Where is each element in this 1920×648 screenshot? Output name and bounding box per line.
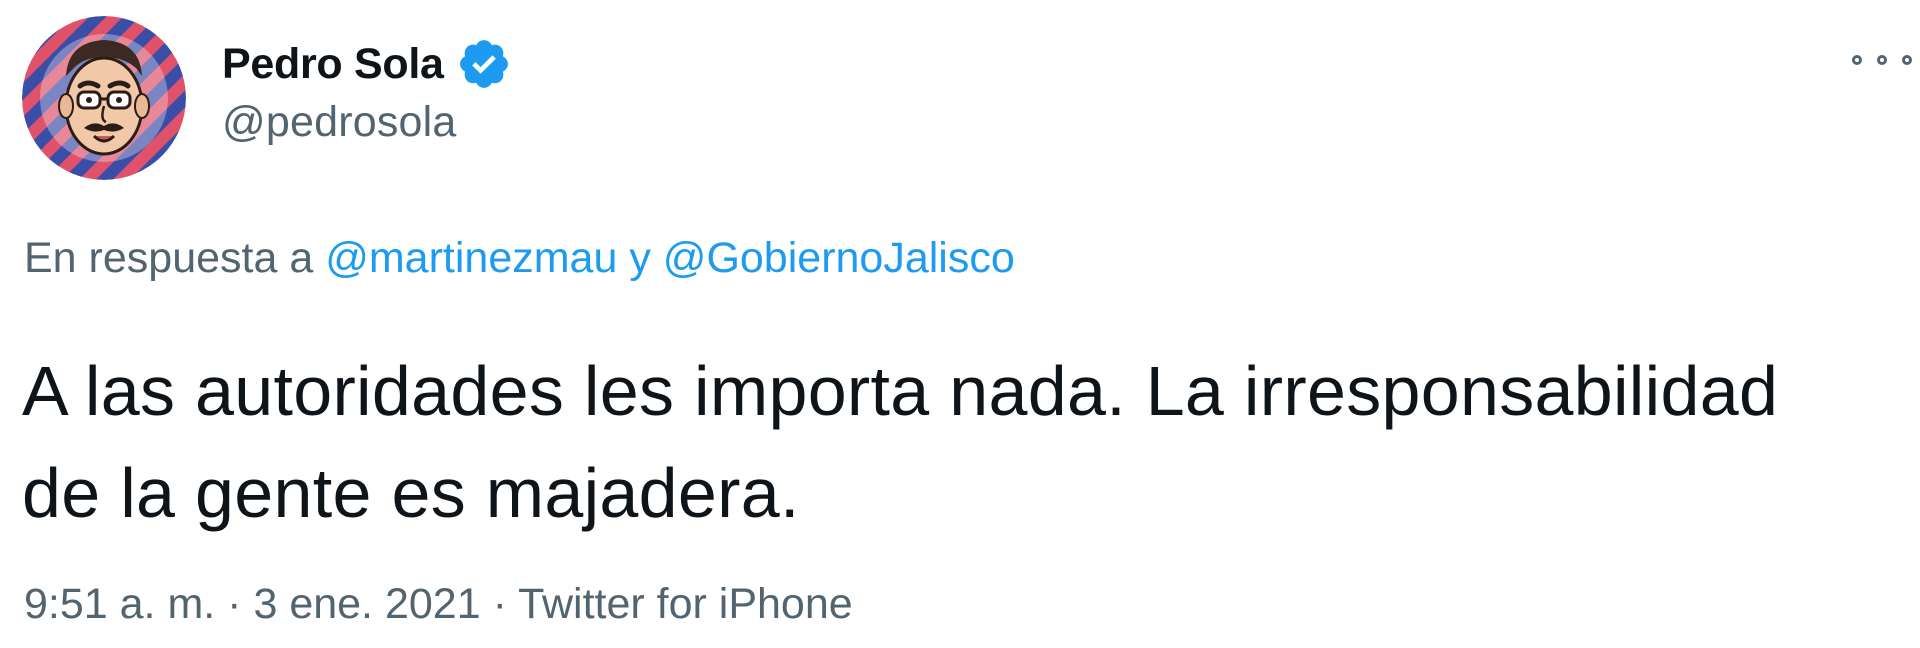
tweet-text-line: A las autoridades les importa nada. La i… [22, 352, 1779, 430]
meta-separator: · [227, 580, 242, 628]
author-handle[interactable]: @pedrosola [222, 98, 457, 147]
cartoon-face-avatar-icon [22, 16, 186, 180]
tweet-time[interactable]: 9:51 a. m. [24, 580, 215, 628]
meta-separator: · [492, 580, 507, 628]
mention-link-martinezmau[interactable]: @martinezmau [325, 234, 617, 282]
tweet-source[interactable]: Twitter for iPhone [518, 580, 853, 628]
tweet-text-line: de la gente es majadera. [22, 454, 800, 532]
reply-conjunction: y [629, 234, 651, 282]
reply-prefix: En respuesta a [24, 234, 314, 282]
mention-link-gobiernojalisco[interactable]: @GobiernoJalisco [663, 234, 1015, 282]
tweet-date[interactable]: 3 ene. 2021 [253, 580, 480, 628]
more-options-icon[interactable] [1852, 40, 1912, 80]
tweet-card: Pedro Sola @pedrosola En respuesta a @ma… [0, 0, 1920, 648]
reply-context: En respuesta a @martinezmau y @GobiernoJ… [24, 234, 1015, 283]
tweet-metadata: 9:51 a. m. · 3 ene. 2021 · Twitter for i… [24, 580, 853, 629]
author-header: Pedro Sola [222, 34, 512, 94]
avatar[interactable] [22, 16, 186, 180]
verified-badge-icon [456, 36, 512, 92]
tweet-text: A las autoridades les importa nada. La i… [22, 340, 1912, 544]
display-name[interactable]: Pedro Sola [222, 40, 444, 89]
